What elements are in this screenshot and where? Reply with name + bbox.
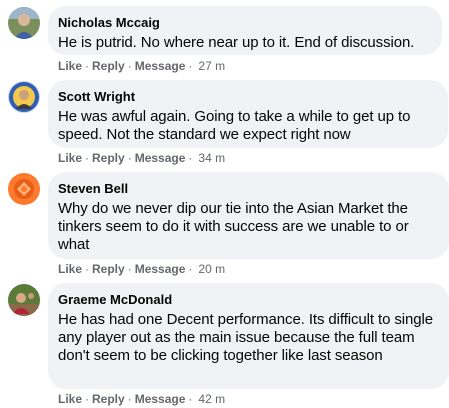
like-button[interactable]: Like bbox=[58, 262, 82, 276]
separator: · bbox=[188, 262, 193, 276]
comment-timestamp[interactable]: 42 m bbox=[198, 392, 225, 406]
like-button[interactable]: Like bbox=[58, 151, 82, 165]
reply-button[interactable]: Reply bbox=[92, 59, 125, 73]
avatar[interactable] bbox=[8, 173, 40, 205]
reply-button[interactable]: Reply bbox=[92, 392, 125, 406]
separator: · bbox=[188, 151, 193, 165]
message-button[interactable]: Message bbox=[135, 262, 186, 276]
separator: · bbox=[127, 392, 132, 406]
comment-timestamp[interactable]: 34 m bbox=[198, 151, 225, 165]
avatar[interactable] bbox=[8, 284, 40, 316]
comment-timestamp[interactable]: 27 m bbox=[198, 59, 225, 73]
profile-photo-icon bbox=[8, 7, 40, 39]
comment-actions: Like · Reply · Message · 27 m bbox=[58, 58, 225, 74]
comment-text: He has had one Decent performance. Its d… bbox=[58, 311, 433, 364]
comment-timestamp[interactable]: 20 m bbox=[198, 262, 225, 276]
separator: · bbox=[127, 59, 132, 73]
avatar[interactable] bbox=[8, 81, 40, 113]
like-button[interactable]: Like bbox=[58, 392, 82, 406]
separator: · bbox=[85, 262, 90, 276]
separator: · bbox=[188, 59, 193, 73]
separator: · bbox=[127, 262, 132, 276]
avatar[interactable] bbox=[8, 7, 40, 39]
comment-author[interactable]: Scott Wright bbox=[58, 88, 436, 105]
profile-photo-icon bbox=[8, 173, 40, 205]
comment-text: He is putrid. No where near up to it. En… bbox=[58, 34, 415, 51]
comment-author[interactable]: Graeme McDonald bbox=[58, 291, 437, 308]
comment-author[interactable]: Nicholas Mccaig bbox=[58, 14, 430, 31]
profile-photo-icon bbox=[8, 284, 40, 316]
separator: · bbox=[188, 392, 193, 406]
reply-button[interactable]: Reply bbox=[92, 262, 125, 276]
message-button[interactable]: Message bbox=[135, 59, 186, 73]
reply-button[interactable]: Reply bbox=[92, 151, 125, 165]
comment-actions: Like · Reply · Message · 20 m bbox=[58, 261, 225, 277]
comment-bubble: Graeme McDonald He has had one Decent pe… bbox=[48, 283, 449, 389]
message-button[interactable]: Message bbox=[135, 392, 186, 406]
message-button[interactable]: Message bbox=[135, 151, 186, 165]
separator: · bbox=[85, 392, 90, 406]
separator: · bbox=[127, 151, 132, 165]
comment-bubble: Scott Wright He was awful again. Going t… bbox=[48, 80, 448, 148]
comment-actions: Like · Reply · Message · 34 m bbox=[58, 150, 225, 166]
comment-bubble: Nicholas Mccaig He is putrid. No where n… bbox=[48, 6, 442, 55]
comment-text: He was awful again. Going to take a whil… bbox=[58, 108, 411, 143]
comment-actions: Like · Reply · Message · 42 m bbox=[58, 391, 225, 407]
separator: · bbox=[85, 59, 90, 73]
profile-photo-icon bbox=[8, 81, 40, 113]
comment-text: Why do we never dip our tie into the Asi… bbox=[58, 200, 409, 253]
comment-author[interactable]: Steven Bell bbox=[58, 180, 437, 197]
separator: · bbox=[85, 151, 90, 165]
comment-bubble: Steven Bell Why do we never dip our tie … bbox=[48, 172, 449, 259]
like-button[interactable]: Like bbox=[58, 59, 82, 73]
